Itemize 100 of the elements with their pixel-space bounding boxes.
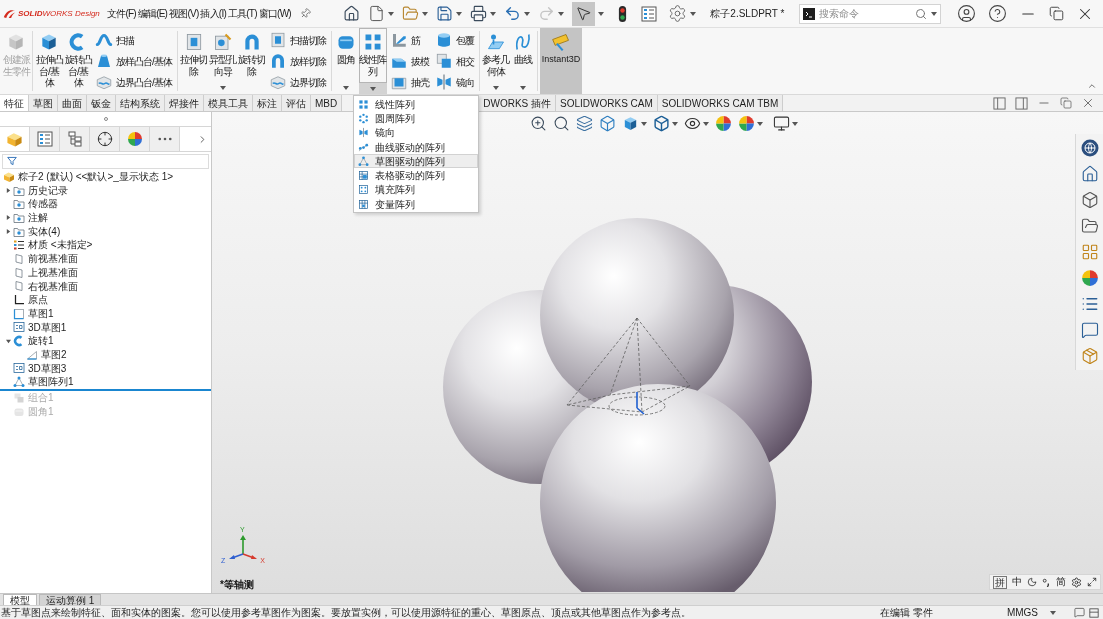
restore-icon[interactable] [1060,97,1072,109]
caret-icon[interactable] [489,11,496,16]
color-wheel-icon[interactable] [715,115,732,132]
tree-item[interactable]: 前视基准面 [3,252,78,266]
list-icon[interactable] [1080,295,1099,313]
tab[interactable]: 结构系统 [116,95,165,111]
diagonal-arrows-icon[interactable] [1087,577,1097,587]
caret-right-icon[interactable] [5,188,11,194]
file-icon[interactable] [367,5,385,22]
panel-tab[interactable] [60,127,90,151]
tab[interactable]: 特征 [0,95,29,111]
caret-icon[interactable] [689,11,696,16]
caret-right-icon[interactable] [5,229,11,235]
panel-icon[interactable] [1089,607,1099,618]
ribbon-button[interactable]: 拉伸切除 [179,28,208,94]
tree-item[interactable]: 历史记录 [3,183,68,198]
tree-item[interactable]: 右视基准面 [3,279,78,294]
ribbon-button[interactable]: 抽壳 [389,71,429,93]
caret-icon[interactable] [492,86,499,90]
caret-icon[interactable] [369,86,376,91]
moon-icon[interactable] [1027,577,1037,587]
filter-field[interactable] [2,153,209,169]
ribbon-button[interactable]: 圆角 [333,28,358,94]
layers-icon[interactable] [576,115,593,132]
menu-item[interactable]: 草图驱动的阵列 [354,154,478,169]
panel-icon[interactable] [993,96,1006,110]
caret-icon[interactable] [455,11,462,16]
caret-icon[interactable] [672,121,678,126]
ribbon-button[interactable]: Instant3D [539,28,583,94]
box-icon[interactable] [653,115,670,132]
ribbon-button[interactable]: 边界切除 [268,71,326,93]
ribbon-button[interactable]: 放样凸台/基体 [95,50,172,72]
caret-icon[interactable] [757,121,763,126]
ribbon-button[interactable]: 放样切除 [268,50,326,72]
ribbon-button[interactable]: 相交 [434,50,474,72]
box-icon[interactable] [1080,191,1099,209]
close-icon[interactable] [1081,96,1095,110]
menu-item[interactable]: 编辑(E) [136,6,169,21]
punctuation-icon[interactable] [1042,577,1051,587]
menu-item[interactable]: 曲线驱动的阵列 [354,139,478,155]
settings-icon[interactable] [667,4,687,23]
ribbon-button[interactable]: 镜向 [434,71,474,93]
tab[interactable]: MBD [311,95,343,111]
home-icon[interactable] [1080,165,1099,183]
caret-icon[interactable] [641,121,647,126]
caret-icon[interactable] [342,86,349,90]
printer-icon[interactable] [469,5,487,22]
ring-icon[interactable] [103,117,108,121]
tab[interactable]: 草图 [29,95,58,111]
tree-item[interactable]: 旋转1 [3,334,54,348]
search-box[interactable]: 搜索命令 [799,3,941,24]
tab[interactable]: 焊接件 [165,95,204,111]
menu-item[interactable]: 视图(V) [168,6,200,21]
tree-item[interactable]: 材质 <未指定> [3,238,93,253]
monitor-icon[interactable] [773,115,790,132]
ribbon-button[interactable]: 拉伸凸台/基体 [35,28,63,94]
ime-logo[interactable]: 拼 [993,575,1007,589]
select-tool-button[interactable] [571,1,595,26]
caret-icon[interactable] [387,11,394,16]
ribbon-button[interactable]: 扫描 [95,29,172,51]
ribbon-button[interactable]: 曲线 [510,28,535,94]
menu-item[interactable]: 文件(F) [106,6,137,21]
tab[interactable]: 评估 [282,95,311,111]
undo-arrow-icon[interactable] [503,5,521,22]
menu-item[interactable]: 线性阵列 [354,97,478,112]
tab[interactable]: 标注 [253,95,282,111]
caret-icon[interactable] [523,11,530,16]
tree-item[interactable]: 实体(4) [3,224,61,239]
tab[interactable]: 模具工具 [204,95,253,111]
tree-item[interactable]: 草图2 [16,347,67,362]
caret-icon[interactable] [519,86,526,90]
tree-item[interactable]: 上视基准面 [3,265,78,280]
tree-item[interactable]: 注解 [3,211,48,225]
menu-item[interactable]: 圆周阵列 [354,111,478,126]
speech-bubble-icon[interactable] [1080,321,1099,339]
caret-down-icon[interactable] [5,338,11,344]
grid-icon[interactable] [1080,243,1099,261]
caret-right-icon[interactable] [5,215,11,221]
ribbon-button[interactable]: 包覆 [434,29,474,51]
magnifier-icon[interactable] [553,115,570,132]
folder-icon[interactable] [1080,217,1099,235]
chevron-up-icon[interactable] [1087,81,1097,91]
caret-icon[interactable] [931,11,937,16]
folder-icon[interactable] [401,5,419,22]
menu-item[interactable]: 镜向 [354,125,478,140]
tab[interactable]: SOLIDWORKS CAM TBM [657,95,784,111]
panel-tab[interactable] [90,127,120,151]
panel-tab[interactable] [120,127,150,151]
search-icon[interactable] [915,7,927,20]
ribbon-button[interactable]: 参考几何体 [481,28,510,94]
caret-icon[interactable] [792,121,798,126]
box-icon[interactable] [599,115,616,132]
ribbon-button[interactable]: 异型孔向导 [208,28,237,94]
color-wheel-icon[interactable] [738,115,755,132]
home-icon[interactable] [342,5,360,22]
tree-item[interactable]: 草图阵列1 [3,375,74,389]
menu-item[interactable]: 插入(I) [199,6,227,21]
speech-bubble-icon[interactable] [1074,607,1085,618]
settings-icon[interactable] [1071,576,1082,588]
menu-item[interactable]: 变量阵列 [354,197,478,212]
